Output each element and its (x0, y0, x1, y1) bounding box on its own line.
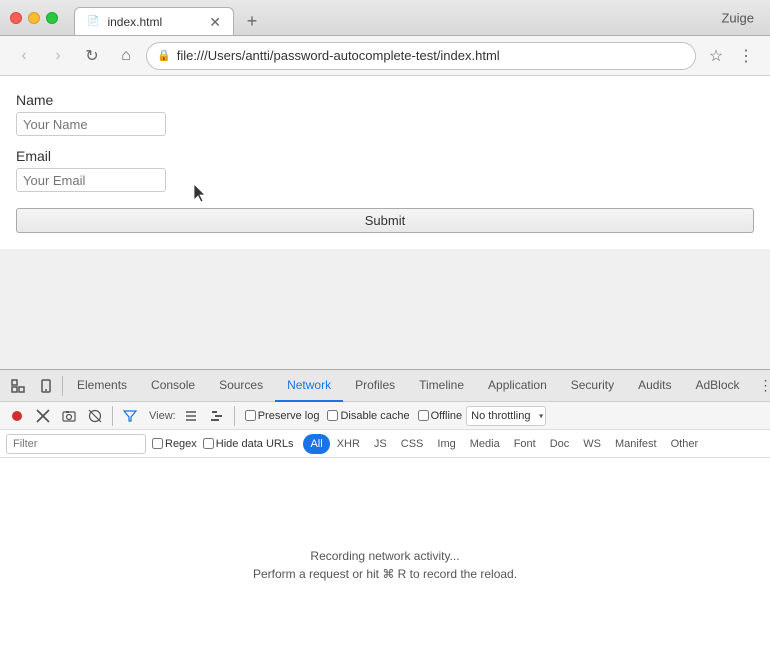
new-tab-button[interactable]: + (238, 7, 266, 35)
type-filter-js[interactable]: JS (367, 434, 394, 454)
tab-sources[interactable]: Sources (207, 370, 275, 402)
toolbar-separator (112, 406, 113, 426)
preserve-log-checkbox-group: Preserve log (245, 410, 320, 422)
type-filter-other[interactable]: Other (664, 434, 706, 454)
page-area: Name Email Submit (0, 76, 770, 369)
clear-cookies-button[interactable] (84, 405, 106, 427)
traffic-lights (10, 12, 58, 24)
empty-hint: Perform a request or hit ⌘ R to record t… (253, 567, 517, 581)
tab-favicon-icon: 📄 (87, 16, 99, 27)
type-filter-ws[interactable]: WS (576, 434, 608, 454)
devtools-more-button[interactable]: ⋮ (752, 372, 770, 400)
devtools-panel: Elements Console Sources Network Profile… (0, 369, 770, 669)
tab-console[interactable]: Console (139, 370, 207, 402)
offline-checkbox-group: Offline (418, 410, 463, 422)
nav-actions: ☆ ⋮ (702, 42, 760, 70)
tab-network[interactable]: Network (275, 370, 343, 402)
maximize-button[interactable] (46, 12, 58, 24)
title-bar: 📄 index.html ✕ + Zuige (0, 0, 770, 36)
waterfall-view-button[interactable] (206, 405, 228, 427)
type-filter-font[interactable]: Font (507, 434, 543, 454)
address-bar[interactable]: 🔒 file:///Users/antti/password-autocompl… (146, 42, 696, 70)
view-label: View: (149, 410, 176, 422)
throttle-wrapper: No throttling ▾ (466, 406, 546, 426)
devtools-tabs: Elements Console Sources Network Profile… (65, 370, 752, 402)
window-title: Zuige (721, 10, 754, 25)
type-filter-img[interactable]: Img (430, 434, 462, 454)
type-filter-xhr[interactable]: XHR (330, 434, 367, 454)
disable-cache-label: Disable cache (340, 410, 409, 422)
preserve-log-checkbox[interactable] (245, 410, 256, 421)
hide-urls-checkbox[interactable] (203, 438, 214, 449)
devtools-icon-group (4, 372, 65, 400)
devtools-content: Recording network activity... Perform a … (0, 458, 770, 669)
back-button[interactable]: ‹ (10, 42, 38, 70)
forward-button[interactable]: › (44, 42, 72, 70)
email-field-group: Email (16, 148, 754, 192)
record-button[interactable] (6, 405, 28, 427)
tab-title: index.html (107, 15, 201, 29)
devtools-device-button[interactable] (32, 372, 60, 400)
tab-audits[interactable]: Audits (626, 370, 683, 402)
bookmark-button[interactable]: ☆ (702, 42, 730, 70)
lock-icon: 🔒 (157, 49, 171, 62)
type-filter-manifest[interactable]: Manifest (608, 434, 664, 454)
regex-checkbox-group: Regex (152, 438, 197, 450)
type-filter-all[interactable]: All (303, 434, 329, 454)
hide-urls-checkbox-group: Hide data URLs (203, 438, 294, 450)
home-button[interactable]: ⌂ (112, 42, 140, 70)
close-button[interactable] (10, 12, 22, 24)
hide-urls-label: Hide data URLs (216, 438, 294, 450)
name-label: Name (16, 92, 754, 108)
email-input[interactable] (16, 168, 166, 192)
browser-tab[interactable]: 📄 index.html ✕ (74, 7, 234, 35)
tab-bar: 📄 index.html ✕ + (74, 0, 266, 35)
minimize-button[interactable] (28, 12, 40, 24)
devtools-separator (62, 376, 63, 396)
devtools-filterbar: Regex Hide data URLs AllXHRJSCSSImgMedia… (0, 430, 770, 458)
offline-checkbox[interactable] (418, 410, 429, 421)
address-text: file:///Users/antti/password-autocomplet… (177, 48, 685, 63)
tab-profiles[interactable]: Profiles (343, 370, 407, 402)
regex-checkbox[interactable] (152, 438, 163, 449)
more-button[interactable]: ⋮ (732, 42, 760, 70)
devtools-toolbar: View: Preserve log Disable cache Offline (0, 402, 770, 430)
toolbar-separator2 (234, 406, 235, 426)
clear-button[interactable] (32, 405, 54, 427)
nav-bar: ‹ › ↻ ⌂ 🔒 file:///Users/antti/password-a… (0, 36, 770, 76)
devtools-topbar: Elements Console Sources Network Profile… (0, 370, 770, 402)
capture-screenshot-button[interactable] (58, 405, 80, 427)
tab-adblock[interactable]: AdBlock (683, 370, 751, 402)
name-input[interactable] (16, 112, 166, 136)
tab-close-icon[interactable]: ✕ (209, 15, 221, 29)
tab-elements[interactable]: Elements (65, 370, 139, 402)
refresh-button[interactable]: ↻ (78, 42, 106, 70)
throttle-select[interactable]: No throttling (466, 406, 546, 426)
preserve-log-label: Preserve log (258, 410, 320, 422)
type-filter-media[interactable]: Media (463, 434, 507, 454)
type-filter-doc[interactable]: Doc (543, 434, 577, 454)
browser-window: 📄 index.html ✕ + Zuige ‹ › ↻ ⌂ 🔒 file://… (0, 0, 770, 669)
tab-timeline[interactable]: Timeline (407, 370, 476, 402)
type-filter-css[interactable]: CSS (394, 434, 431, 454)
tab-application[interactable]: Application (476, 370, 559, 402)
devtools-inspect-button[interactable] (4, 372, 32, 400)
filter-button[interactable] (119, 405, 141, 427)
page-content: Name Email Submit (0, 76, 770, 249)
regex-label: Regex (165, 438, 197, 450)
devtools-tab-actions: ⋮ ✕ (752, 372, 770, 400)
disable-cache-checkbox[interactable] (327, 410, 338, 421)
disable-cache-checkbox-group: Disable cache (327, 410, 409, 422)
list-view-button[interactable] (180, 405, 202, 427)
tab-security[interactable]: Security (559, 370, 626, 402)
submit-button[interactable]: Submit (16, 208, 754, 233)
offline-label: Offline (431, 410, 463, 422)
name-field-group: Name (16, 92, 754, 136)
type-filters: AllXHRJSCSSImgMediaFontDocWSManifestOthe… (303, 434, 705, 454)
filter-input[interactable] (6, 434, 146, 454)
email-label: Email (16, 148, 754, 164)
empty-message: Recording network activity... (310, 546, 459, 568)
